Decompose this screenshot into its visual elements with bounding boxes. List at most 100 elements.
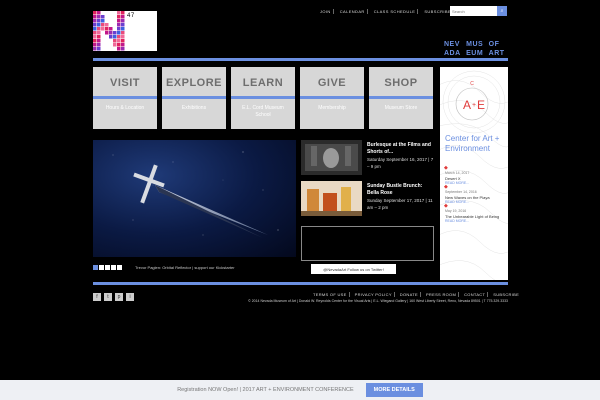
banner-text: Registration NOW Open! | 2017 ART + ENVI… [177, 387, 354, 393]
logo-pixel [117, 27, 121, 31]
event-item[interactable]: Sunday Bustle Brunch: Bella Rose Sunday … [301, 181, 434, 217]
arrow-icon: ◆ [444, 203, 448, 209]
slide-dot[interactable] [93, 265, 98, 270]
event-item[interactable]: Burlesque at the Films and Shorts of... … [301, 140, 434, 176]
tile-title: GIVE [317, 77, 347, 89]
topnav-calendar[interactable]: CALENDAR [338, 9, 368, 14]
logo-pixel [121, 31, 125, 35]
footnav-privacy[interactable]: PRIVACY POLICY [353, 292, 395, 297]
brand-part: NEV [444, 41, 460, 48]
brand-part: EUM [466, 50, 484, 57]
logo-pixel [121, 11, 125, 15]
more-details-button[interactable]: MORE DETAILS [365, 383, 423, 397]
logo-pixel [121, 39, 125, 43]
twitter-follow-button[interactable]: @NevadaArt Follow us on Twitter! [311, 264, 396, 274]
cae-title[interactable]: Center for Art + Environment [445, 134, 507, 153]
twitter-feed [301, 226, 434, 261]
svg-text:+: + [472, 102, 476, 109]
slide-dot[interactable] [99, 265, 104, 270]
list-item[interactable]: ◆ March 14, 2017 Desert X READ MORE... [444, 165, 507, 186]
logo-pixel [97, 31, 101, 35]
logo-pixel [97, 15, 101, 19]
logo-pixel [117, 31, 121, 35]
footnav-press[interactable]: PRESS ROOM [424, 292, 460, 297]
hero-slideshow[interactable] [93, 140, 296, 257]
museum-logo[interactable]: 47 [93, 11, 157, 51]
logo-pixel [105, 23, 109, 27]
logo-pixel [109, 35, 113, 39]
list-item[interactable]: ◆ May 19, 2016 The Unbearable Light of B… [444, 203, 507, 224]
tile-bar [162, 96, 226, 99]
slide-dot[interactable] [117, 265, 122, 270]
footnav-donate[interactable]: DONATE [398, 292, 421, 297]
instagram-icon[interactable]: i [126, 293, 134, 301]
tile-visit[interactable]: VISIT Hours & Location [93, 67, 157, 129]
logo-pixel [93, 23, 97, 27]
slide-dot[interactable] [105, 265, 110, 270]
logo-pixel [121, 27, 125, 31]
topnav-join[interactable]: JOIN [318, 9, 334, 14]
arrow-icon: ◆ [444, 184, 448, 190]
logo-pixel [113, 35, 117, 39]
tile-subtitle: E.L. Cord Museum School [242, 105, 284, 118]
header-divider [93, 58, 508, 61]
list-item[interactable]: ◆ September 14, 2016 New Waves on the Pl… [444, 184, 507, 205]
svg-text:A: A [463, 98, 471, 112]
logo-pixel [93, 31, 97, 35]
logo-pixel [93, 39, 97, 43]
logo-pixel [121, 47, 125, 51]
logo-pixel [117, 11, 121, 15]
brand-part: OF [488, 41, 500, 48]
slide-dot[interactable] [111, 265, 116, 270]
footnav-contact[interactable]: CONTACT [462, 292, 489, 297]
logo-pixel [97, 43, 101, 47]
read-more-link[interactable]: READ MORE... [445, 181, 507, 186]
footnav-subscribe[interactable]: SUBSCRIBE [491, 292, 521, 297]
tile-bar [93, 96, 157, 99]
logo-pixel [121, 15, 125, 19]
twitter-icon[interactable]: t [104, 293, 112, 301]
logo-pixel [93, 27, 97, 31]
logo-pixel [97, 35, 101, 39]
logo-pixel [105, 27, 109, 31]
social-links: f t p i [93, 293, 134, 301]
topnav-subscribe[interactable]: SUBSCRIBE [422, 9, 453, 14]
search-button[interactable]: ⌕ [497, 6, 507, 16]
search-input[interactable] [450, 6, 497, 16]
tile-shop[interactable]: SHOP Museum Store [369, 67, 433, 129]
cae-news-list: ◆ March 14, 2017 Desert X READ MORE... ◆… [444, 165, 507, 228]
logo-pixel [101, 19, 105, 23]
facebook-icon[interactable]: f [93, 293, 101, 301]
read-more-link[interactable]: READ MORE... [445, 219, 507, 224]
copyright-text: © 2014 Nevada Museum of Art | Donald W. … [248, 299, 508, 303]
logo-pixel [121, 19, 125, 23]
tile-title: VISIT [109, 77, 140, 89]
logo-pixel [109, 27, 113, 31]
svg-text:E: E [477, 98, 485, 112]
logo-pixel [117, 23, 121, 27]
tile-bar [231, 96, 295, 99]
pinterest-icon[interactable]: p [115, 293, 123, 301]
logo-pixel [97, 11, 101, 15]
tile-subtitle: Hours & Location [105, 105, 145, 111]
tile-learn[interactable]: LEARN E.L. Cord Museum School [231, 67, 295, 129]
logo-pixel [93, 43, 97, 47]
promo-banner: Registration NOW Open! | 2017 ART + ENVI… [0, 380, 600, 400]
hero-caption[interactable]: Trevor Paglen: Orbital Reflector | suppo… [135, 265, 235, 270]
read-more-link[interactable]: READ MORE... [445, 200, 507, 205]
arrow-icon: ◆ [444, 165, 448, 171]
footnav-terms[interactable]: TERMS OF USE [311, 292, 350, 297]
cae-logo: C A + E [455, 81, 489, 121]
footer-nav: TERMS OF USE PRIVACY POLICY DONATE PRESS… [311, 292, 521, 297]
tile-give[interactable]: GIVE Membership [300, 67, 364, 129]
logo-pixel [121, 23, 125, 27]
search-icon: ⌕ [500, 8, 504, 14]
news-title[interactable]: The Unbearable Light of Being [445, 214, 507, 219]
logo-pixel [121, 35, 125, 39]
event-date: Sunday September 17, 2017 | 11 am – 2 pm [367, 198, 433, 210]
logo-pixel [105, 31, 109, 35]
topnav-class-schedule[interactable]: CLASS SCHEDULE [372, 9, 419, 14]
brand-part: ART [488, 50, 505, 57]
tile-explore[interactable]: EXPLORE Exhibitions [162, 67, 226, 129]
logo-pixel [121, 43, 125, 47]
